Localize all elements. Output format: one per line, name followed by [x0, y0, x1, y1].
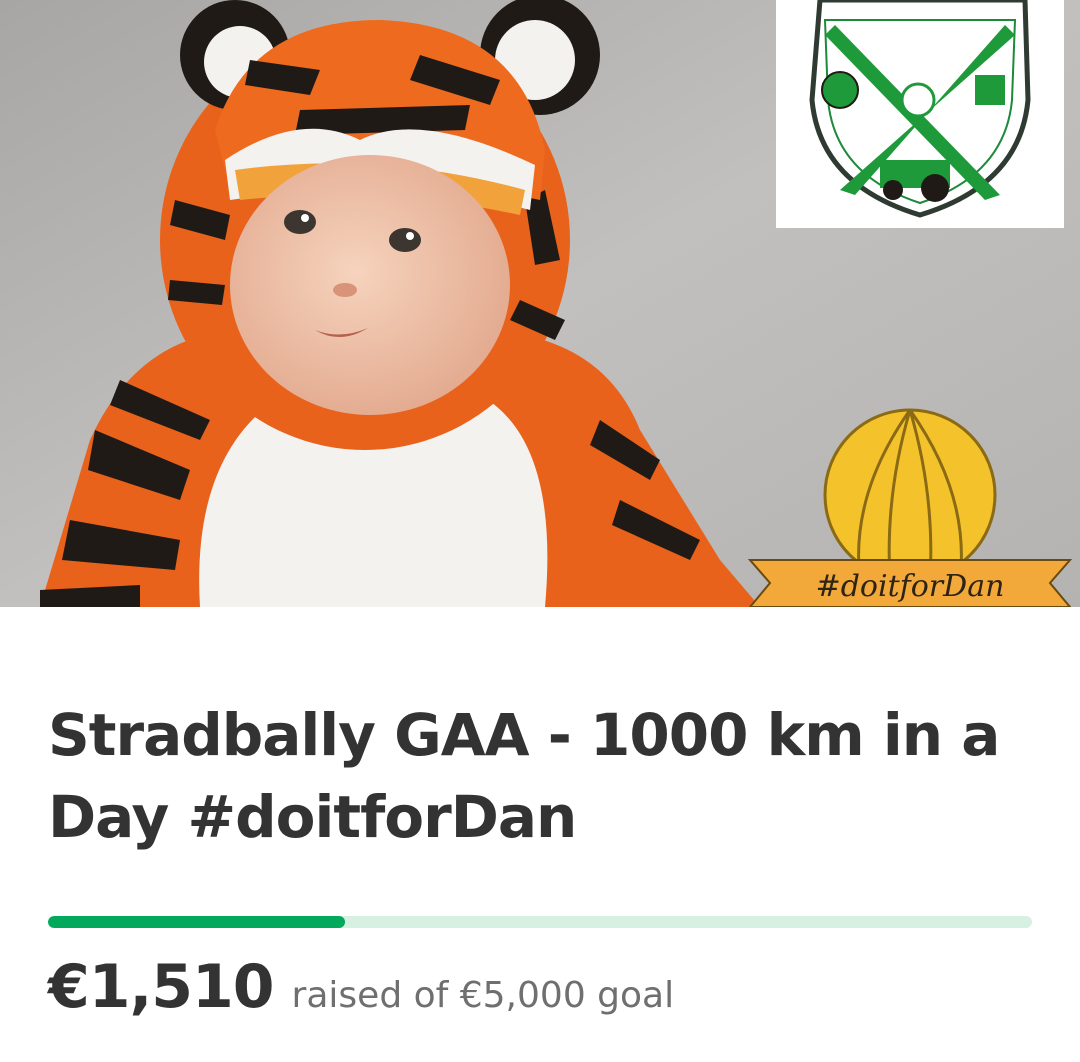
- progress-bar-fill: [48, 916, 346, 928]
- amount-raised: €1,510: [48, 952, 275, 1022]
- fundraiser-card: ★ ★ ★ #doitforDan Stradbally GAA - 1000 …: [0, 0, 1080, 1062]
- campaign-title[interactable]: Stradbally GAA - 1000 km in a Day #doitf…: [48, 694, 1038, 858]
- club-crest-icon: ★ ★ ★: [776, 0, 1064, 228]
- baby-tiger-photo: ★ ★ ★ #doitforDan: [0, 0, 1080, 607]
- campaign-cover-image[interactable]: ★ ★ ★ #doitforDan: [0, 0, 1080, 607]
- svg-text:★ ★ ★: ★ ★ ★: [900, 69, 940, 83]
- badge-hashtag-text: #doitforDan: [816, 569, 1005, 604]
- amount-raised-row: €1,510 raised of €5,000 goal: [48, 952, 674, 1032]
- progress-bar: [48, 916, 1032, 928]
- goal-text: raised of €5,000 goal: [291, 975, 675, 1016]
